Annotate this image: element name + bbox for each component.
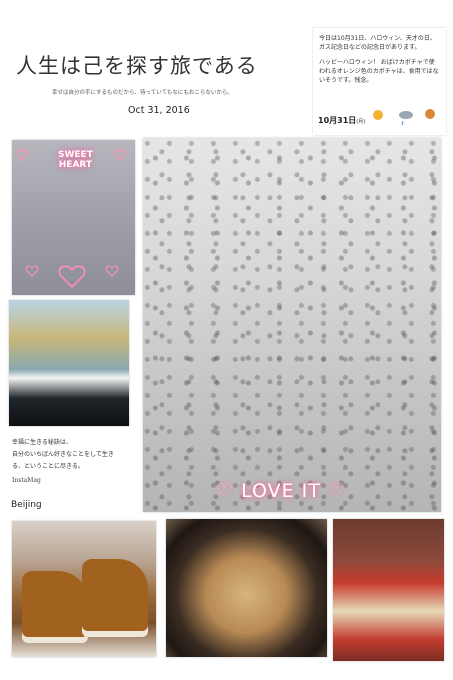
weather-strip: 10月31日(月) bbox=[318, 103, 442, 133]
pumpkin-icon bbox=[425, 109, 435, 119]
sweet-heart-label: SWEET HEART bbox=[58, 150, 93, 170]
love-it-label: ♡ LOVE IT ♡ bbox=[216, 480, 346, 502]
news-paragraph-1: 今日は10月31日、ハロウィン、天才の日、ガス記念日などの記念日があります。 bbox=[319, 35, 436, 51]
boots-photo bbox=[12, 521, 156, 657]
rain-icon bbox=[401, 120, 404, 126]
car-window-photo bbox=[9, 300, 129, 426]
post-date: Oct 31, 2016 bbox=[128, 105, 190, 116]
app-watermark: InstaMag bbox=[12, 477, 41, 484]
boot-right bbox=[82, 559, 148, 637]
hotpot-bowl-photo bbox=[333, 519, 444, 661]
page-subtitle: 幸せは自分の手にするものだから、待っていてもなにもおこらないから。 bbox=[52, 90, 233, 96]
weather-date: 10月31日(月) bbox=[318, 116, 366, 125]
weather-icons bbox=[373, 109, 435, 126]
quote-text: 幸福に生きる秘訣は、 自分のいちばん好きなことをして生き る、ということに尽きる… bbox=[12, 439, 114, 470]
news-card: 今日は10月31日、ハロウィン、天才の日、ガス記念日などの記念日があります。 ハ… bbox=[313, 28, 446, 135]
snow-photo bbox=[143, 138, 441, 512]
location-label: Beijing bbox=[11, 500, 42, 510]
heart-icon: ♡ bbox=[327, 480, 346, 502]
news-paragraph-2: ハッピーハロウィン！ おばけカボチャで使われるオレンジ色のカボチャは、食用ではな… bbox=[319, 59, 439, 84]
cloud-icon bbox=[399, 111, 413, 119]
sun-icon bbox=[373, 110, 383, 120]
sukiyaki-pan-photo bbox=[166, 519, 327, 657]
heart-icon: ♡ bbox=[216, 480, 235, 502]
boot-left bbox=[22, 571, 88, 643]
page-title: 人生は己を探す旅である bbox=[16, 54, 258, 78]
